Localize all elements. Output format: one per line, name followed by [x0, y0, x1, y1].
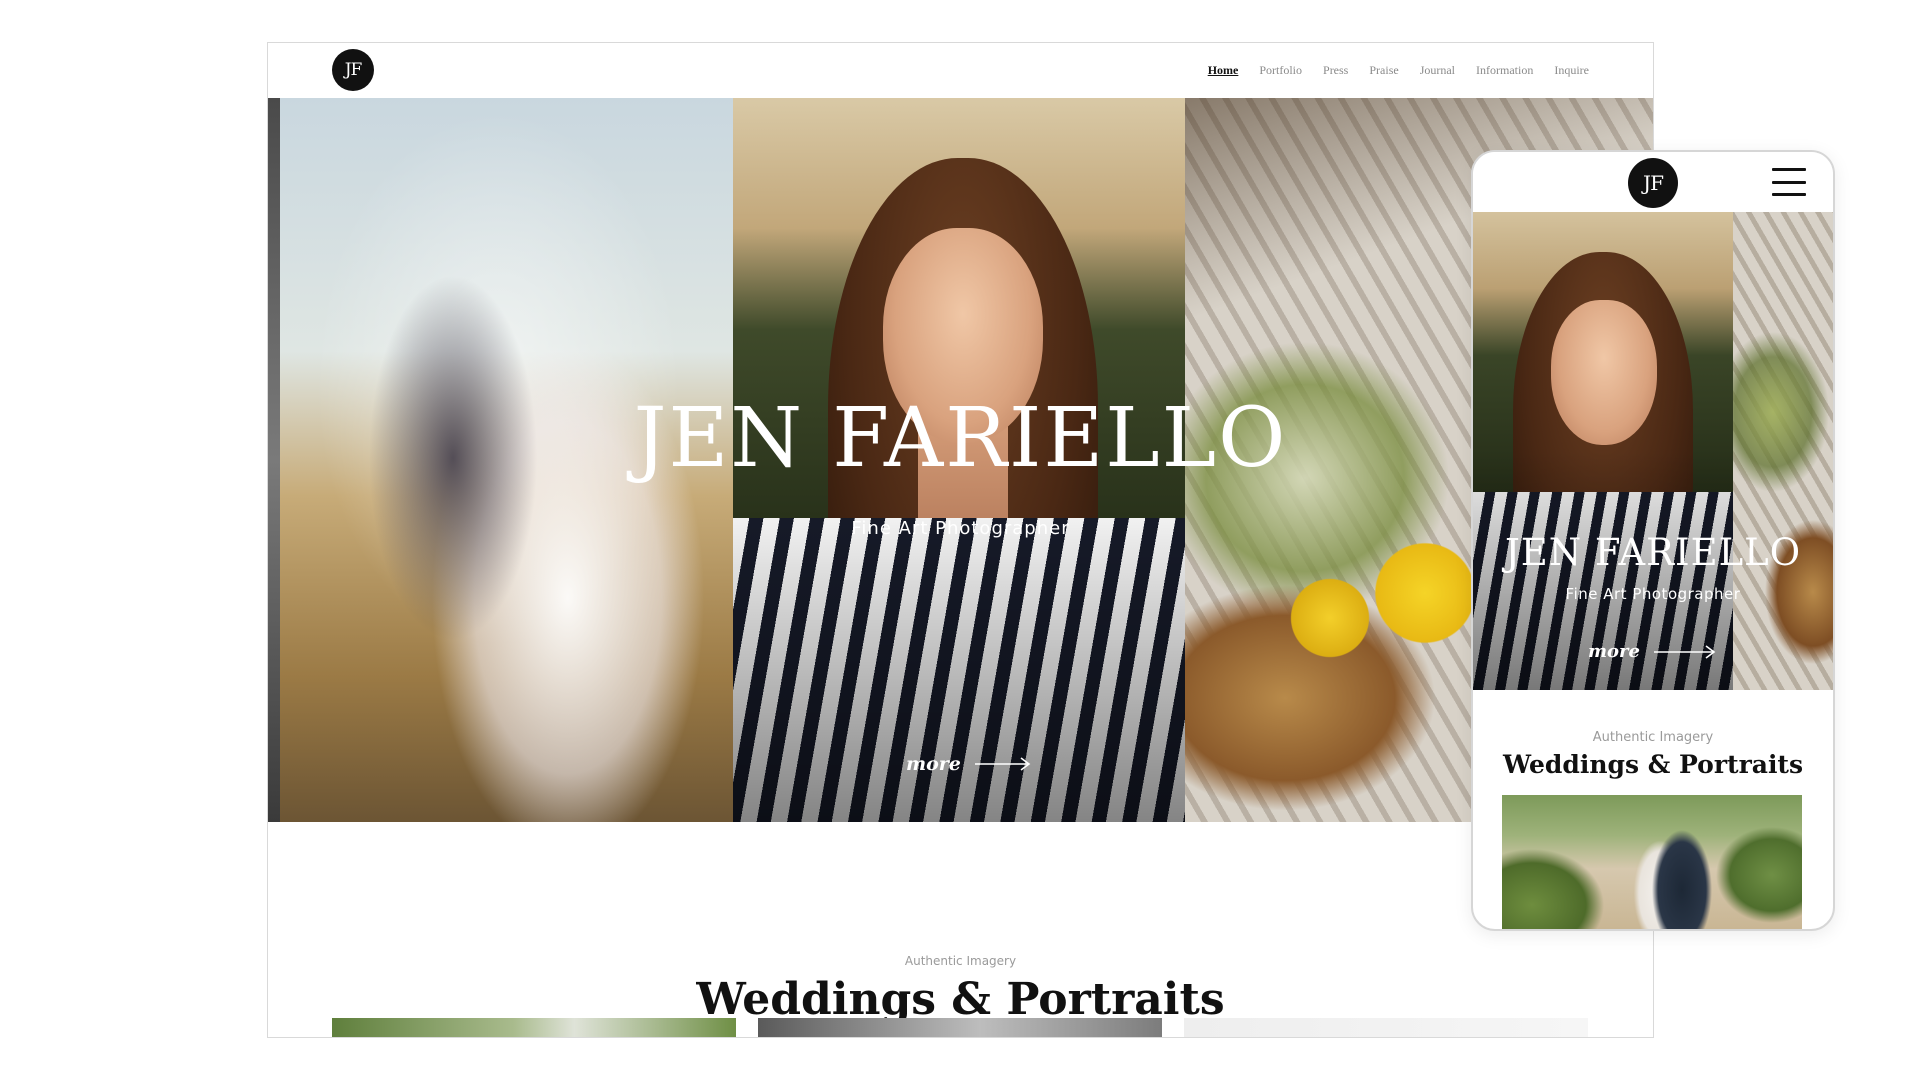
menu-bar	[1772, 168, 1806, 171]
mobile-header: JF	[1473, 152, 1833, 212]
mobile-mockup: JF JEN FARIELLO Fine Art Photographer mo…	[1471, 150, 1835, 931]
gallery-thumb-3[interactable]	[1184, 1018, 1588, 1037]
more-label: more	[906, 753, 961, 775]
menu-bar	[1772, 180, 1806, 184]
nav-item-home[interactable]: Home	[1208, 63, 1239, 78]
nav-item-journal[interactable]: Journal	[1420, 63, 1455, 78]
nav-item-information[interactable]: Information	[1476, 63, 1533, 78]
nav-item-press[interactable]: Press	[1323, 63, 1348, 78]
mobile-section-eyebrow: Authentic Imagery	[1592, 730, 1714, 745]
nav-item-inquire[interactable]: Inquire	[1554, 63, 1589, 78]
mobile-logo[interactable]: JF	[1628, 158, 1678, 208]
hero-title: JEN FARIELLO	[633, 391, 1288, 486]
nav-item-portfolio[interactable]: Portfolio	[1259, 63, 1302, 78]
hero-banner: JEN FARIELLO Fine Art Photographer more	[268, 98, 1653, 822]
hamburger-menu-icon[interactable]	[1772, 168, 1806, 196]
gallery-thumb-1[interactable]	[332, 1018, 736, 1037]
mobile-hero-photo-portrait	[1473, 212, 1733, 690]
arrow-right-icon	[1654, 644, 1716, 659]
more-label: more	[1588, 641, 1640, 662]
mobile-gallery-photo-wedding[interactable]	[1502, 795, 1802, 929]
mobile-more-link[interactable]: more	[1588, 641, 1716, 662]
hero-more-link[interactable]: more	[906, 753, 1031, 775]
site-header: JF Home Portfolio Press Praise Journal I…	[268, 43, 1653, 98]
mobile-section-title: Weddings & Portraits	[1502, 750, 1804, 779]
weddings-section: Authentic Imagery Weddings & Portraits	[268, 822, 1653, 1037]
desktop-mockup: JF Home Portfolio Press Praise Journal I…	[267, 42, 1654, 1038]
gallery-thumb-2[interactable]	[758, 1018, 1162, 1037]
portrait-shade	[1473, 212, 1733, 690]
mobile-hero-title: JEN FARIELLO	[1504, 531, 1802, 574]
main-nav: Home Portfolio Press Praise Journal Info…	[1208, 63, 1589, 78]
arrow-right-icon	[974, 757, 1031, 771]
nav-item-praise[interactable]: Praise	[1369, 63, 1398, 78]
menu-bar	[1772, 193, 1806, 196]
mobile-hero: JEN FARIELLO Fine Art Photographer more	[1473, 212, 1833, 690]
hero-subtitle: Fine Art Photographer	[851, 518, 1070, 539]
portrait-shade	[733, 518, 1185, 822]
mobile-hero-subtitle: Fine Art Photographer	[1565, 585, 1741, 603]
mobile-hero-photo-picnic	[1733, 212, 1833, 690]
showcase-stage: JF Home Portfolio Press Praise Journal I…	[0, 0, 1920, 1080]
section-eyebrow: Authentic Imagery	[904, 954, 1017, 968]
site-logo[interactable]: JF	[332, 49, 374, 91]
